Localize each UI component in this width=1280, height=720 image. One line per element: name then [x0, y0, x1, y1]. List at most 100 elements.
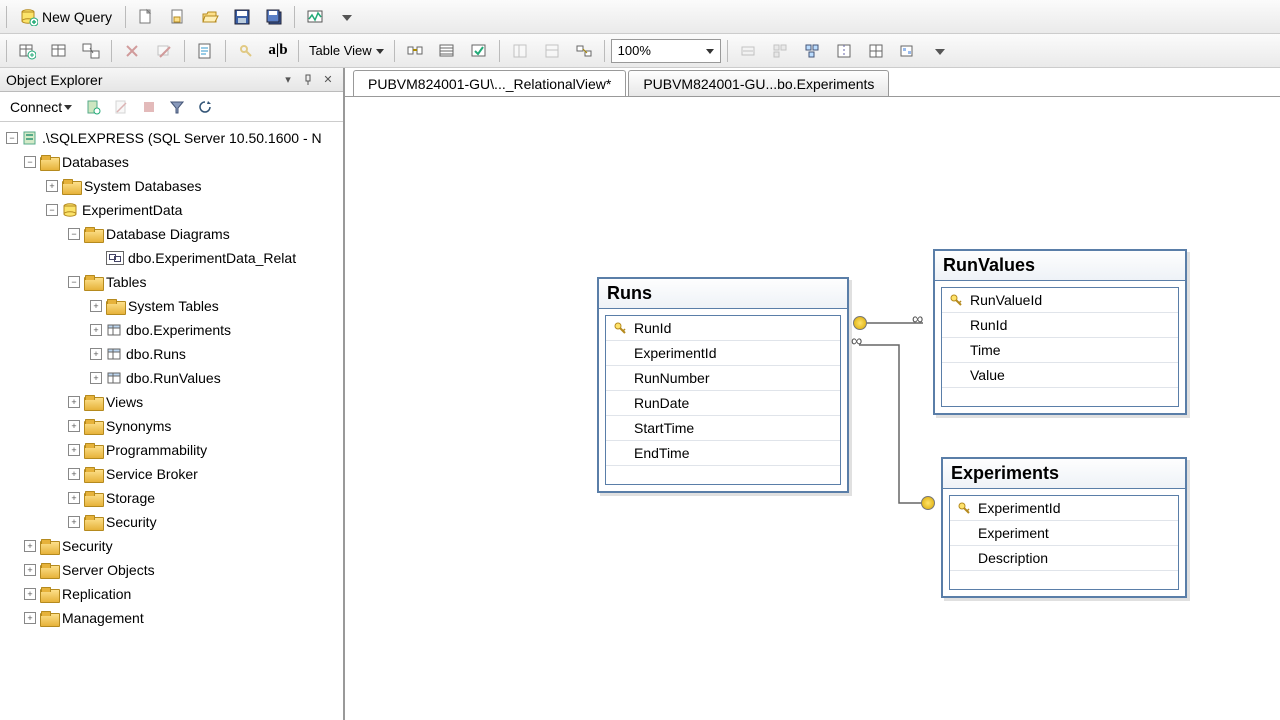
delete-button[interactable]: [118, 37, 146, 65]
tree-toggle[interactable]: +: [68, 492, 80, 504]
diagram-canvas[interactable]: Runs RunIdExperimentIdRunNumberRunDateSt…: [345, 96, 1280, 720]
tab-relational-view[interactable]: PUBVM824001-GU\..._RelationalView*: [353, 70, 626, 96]
tab-experiments[interactable]: PUBVM824001-GU...bo.Experiments: [628, 70, 889, 96]
activity-monitor-button[interactable]: [301, 3, 329, 31]
tree-runvalues-label: dbo.RunValues: [126, 370, 221, 386]
save-all-button[interactable]: [260, 3, 288, 31]
folder-icon: [40, 563, 58, 577]
diagram-column-row[interactable]: Description: [950, 546, 1178, 571]
arrange-selection-button[interactable]: [798, 37, 826, 65]
relationships-button[interactable]: [401, 37, 429, 65]
diagram-column-row[interactable]: RunId: [606, 316, 840, 341]
add-table-button[interactable]: [45, 37, 73, 65]
zoom-combobox[interactable]: 100%: [611, 39, 721, 63]
tree-toggle[interactable]: +: [46, 180, 58, 192]
tree-synonyms-label: Synonyms: [106, 418, 171, 434]
arrange-button[interactable]: [766, 37, 794, 65]
remove-button[interactable]: [150, 37, 178, 65]
tree-system-databases-label: System Databases: [84, 178, 202, 194]
tree-toggle[interactable]: +: [68, 516, 80, 528]
tree-toggle[interactable]: −: [68, 276, 80, 288]
generate-script-button[interactable]: [191, 37, 219, 65]
new-file-button[interactable]: [132, 3, 160, 31]
diagram-column-row[interactable]: StartTime: [606, 416, 840, 441]
diagram-table-title: Experiments: [943, 459, 1185, 489]
tree-views-label: Views: [106, 394, 143, 410]
diagram-column-name: Experiment: [978, 525, 1049, 541]
panel-dropdown-button[interactable]: ▾: [279, 72, 297, 88]
connect-button[interactable]: Connect: [6, 97, 76, 117]
tree-toggle[interactable]: +: [90, 324, 102, 336]
show-columns-button[interactable]: [506, 37, 534, 65]
tree-toggle[interactable]: +: [24, 540, 36, 552]
server-icon: [22, 130, 38, 146]
text-annotation-button[interactable]: a|b: [264, 37, 292, 65]
diagram-column-row[interactable]: RunId: [942, 313, 1178, 338]
check-constraints-button[interactable]: [465, 37, 493, 65]
tree-toggle[interactable]: −: [6, 132, 18, 144]
recalculate-button[interactable]: [862, 37, 890, 65]
panel-close-button[interactable]: ✕: [319, 72, 337, 88]
new-query-label: New Query: [42, 9, 112, 25]
tree-toggle[interactable]: +: [90, 372, 102, 384]
connect-server-button[interactable]: [82, 96, 104, 118]
show-keys-button[interactable]: [570, 37, 598, 65]
tree-toggle[interactable]: +: [24, 612, 36, 624]
tree-toggle[interactable]: +: [68, 420, 80, 432]
tree-toggle[interactable]: −: [24, 156, 36, 168]
save-button[interactable]: [228, 3, 256, 31]
diagram-column-row[interactable]: RunValueId: [942, 288, 1178, 313]
tree-toggle[interactable]: +: [90, 300, 102, 312]
open-button[interactable]: [196, 3, 224, 31]
new-query-button[interactable]: New Query: [13, 3, 119, 31]
add-related-button[interactable]: [77, 37, 105, 65]
diagram-column-row[interactable]: ExperimentId: [950, 496, 1178, 521]
tree-toggle[interactable]: +: [24, 564, 36, 576]
panel-pin-button[interactable]: [299, 72, 317, 88]
set-primary-key-button[interactable]: [232, 37, 260, 65]
object-explorer-tree[interactable]: − .\SQLEXPRESS (SQL Server 10.50.1600 - …: [0, 122, 343, 720]
show-names-button[interactable]: [538, 37, 566, 65]
manage-indexes-button[interactable]: [433, 37, 461, 65]
copy-diagram-button[interactable]: [894, 37, 922, 65]
tree-toggle[interactable]: +: [24, 588, 36, 600]
page-breaks-button[interactable]: [830, 37, 858, 65]
disconnect-button[interactable]: [110, 96, 132, 118]
refresh-button[interactable]: [194, 96, 216, 118]
stop-button[interactable]: [138, 96, 160, 118]
tree-runs-label: dbo.Runs: [126, 346, 186, 362]
tree-toggle[interactable]: −: [68, 228, 80, 240]
diagram-column-name: RunDate: [634, 395, 689, 411]
new-table-button[interactable]: [13, 37, 41, 65]
tree-toggle[interactable]: +: [90, 348, 102, 360]
tree-toggle[interactable]: +: [68, 468, 80, 480]
folder-icon: [84, 467, 102, 481]
tree-toggle[interactable]: +: [68, 396, 80, 408]
diagram-table-runs[interactable]: Runs RunIdExperimentIdRunNumber RunDate St…: [597, 277, 849, 493]
diagram-column-row[interactable]: RunNumber: [606, 366, 840, 391]
diagram-column-row[interactable]: ExperimentId: [606, 341, 840, 366]
diagram-icon: [106, 251, 124, 265]
tree-toggle[interactable]: +: [68, 444, 80, 456]
overflow-button[interactable]: [333, 3, 361, 31]
diagram-column-row[interactable]: RunDate: [606, 391, 840, 416]
diagram-table-runvalues[interactable]: RunValues RunValueIdRunIdTimeValue: [933, 249, 1187, 415]
new-project-button[interactable]: [164, 3, 192, 31]
table-view-dropdown[interactable]: Table View: [305, 43, 388, 58]
diagram-table-title: Runs: [599, 279, 847, 309]
relationship-line[interactable]: [849, 337, 941, 517]
autosize-button[interactable]: [734, 37, 762, 65]
diagram-table-experiments[interactable]: Experiments ExperimentId Experiment Descri…: [941, 457, 1187, 598]
filter-button[interactable]: [166, 96, 188, 118]
diagram-column-row[interactable]: Experiment: [950, 521, 1178, 546]
infinity-endpoint-icon: ∞: [851, 333, 862, 351]
diagram-column-row[interactable]: EndTime: [606, 441, 840, 466]
tree-tables-label: Tables: [106, 274, 146, 290]
folder-icon: [84, 515, 102, 529]
tree-servicebroker-label: Service Broker: [106, 466, 198, 482]
diagram-column-row[interactable]: Time: [942, 338, 1178, 363]
diagram-column-row[interactable]: Value: [942, 363, 1178, 388]
tree-toggle[interactable]: −: [46, 204, 58, 216]
toolbar-overflow-button[interactable]: [926, 37, 954, 65]
tree-storage-label: Storage: [106, 490, 155, 506]
